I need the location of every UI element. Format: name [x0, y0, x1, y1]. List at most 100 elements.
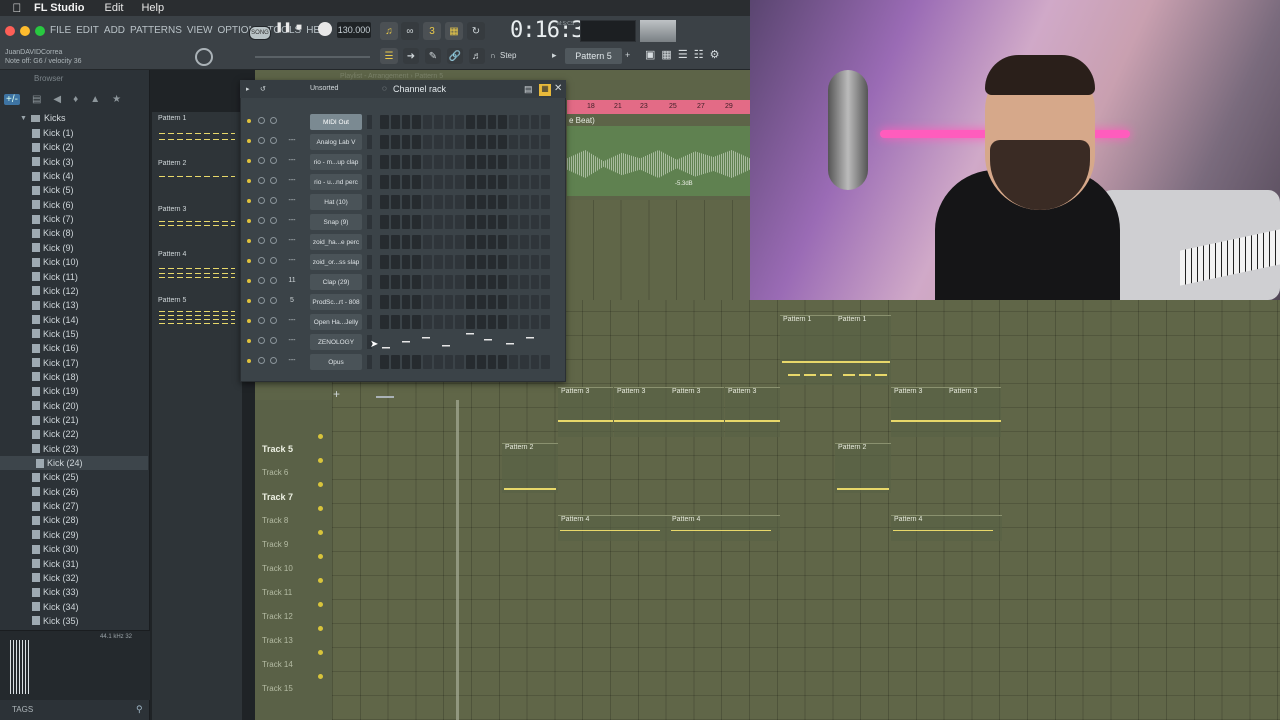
step-button[interactable]: [509, 355, 518, 369]
step-button[interactable]: [476, 175, 486, 189]
browser-file-item[interactable]: Kick (4): [32, 169, 74, 183]
step-button[interactable]: [455, 115, 464, 129]
browser-file-item[interactable]: Kick (17): [32, 356, 79, 370]
step-button[interactable]: [476, 215, 486, 229]
step-button[interactable]: [455, 295, 464, 309]
track-label[interactable]: Track 10: [262, 564, 293, 573]
channel-mixer-track[interactable]: 5: [285, 297, 299, 304]
step-button[interactable]: [412, 215, 421, 229]
step-button[interactable]: [412, 315, 421, 329]
step-button[interactable]: [433, 175, 443, 189]
step-button[interactable]: [476, 135, 486, 149]
step-button[interactable]: [455, 315, 464, 329]
browser-file-item[interactable]: Kick (2): [32, 140, 74, 154]
channel-pan-knob[interactable]: [270, 177, 277, 184]
step-button[interactable]: [541, 195, 550, 209]
step-button[interactable]: [390, 235, 400, 249]
step-button[interactable]: [380, 195, 389, 209]
step-button[interactable]: [423, 175, 432, 189]
step-button[interactable]: [444, 155, 454, 169]
step-button[interactable]: [498, 195, 507, 209]
graph-editor-icon[interactable]: ▤: [524, 84, 533, 95]
snap-selector[interactable]: Step: [500, 51, 516, 60]
browser-file-item[interactable]: Kick (31): [32, 557, 79, 571]
step-button[interactable]: [519, 235, 529, 249]
channel-volume-knob[interactable]: [258, 197, 265, 204]
channel-mixer-track[interactable]: ---: [285, 197, 299, 204]
piano-icon[interactable]: ♬: [469, 48, 485, 64]
step-button[interactable]: [541, 175, 550, 189]
channel-volume-knob[interactable]: [258, 357, 265, 364]
step-sequencer-icon[interactable]: ▦: [539, 84, 551, 96]
record-button[interactable]: [318, 22, 332, 36]
add-channel-button[interactable]: +: [333, 387, 340, 401]
step-button[interactable]: [380, 135, 389, 149]
browser-file-item[interactable]: Kick (28): [32, 513, 79, 527]
step-button[interactable]: [390, 315, 400, 329]
step-button[interactable]: [401, 135, 411, 149]
step-button[interactable]: [509, 135, 518, 149]
step-button[interactable]: [412, 295, 421, 309]
menu-add[interactable]: ADD: [104, 25, 125, 36]
channel-select-indicator[interactable]: [367, 315, 372, 329]
channel-pan-knob[interactable]: [270, 317, 277, 324]
step-button[interactable]: [519, 255, 529, 269]
step-button[interactable]: [433, 135, 443, 149]
browser-star-icon[interactable]: ★: [112, 94, 121, 105]
channel-name-button[interactable]: Opus: [310, 354, 362, 370]
channel-select-indicator[interactable]: [367, 255, 372, 269]
picker-pattern-label[interactable]: Pattern 5: [158, 297, 186, 304]
step-button[interactable]: [401, 235, 411, 249]
step-button[interactable]: [455, 175, 464, 189]
track-label[interactable]: Track 7: [262, 492, 293, 502]
step-button[interactable]: [380, 275, 389, 289]
browser-file-item[interactable]: Kick (13): [32, 298, 79, 312]
track-mute-led[interactable]: [318, 506, 323, 511]
browser-file-item[interactable]: Kick (8): [32, 226, 74, 240]
step-button[interactable]: [519, 215, 529, 229]
browser-file-item[interactable]: Kick (14): [32, 313, 79, 327]
browser-file-item[interactable]: Kick (6): [32, 198, 74, 212]
step-button[interactable]: [541, 115, 550, 129]
step-button[interactable]: [476, 315, 486, 329]
browser-file-item[interactable]: Kick (24): [36, 456, 83, 470]
step-button[interactable]: [466, 135, 475, 149]
channel-select-indicator[interactable]: [367, 135, 372, 149]
step-button[interactable]: [541, 215, 550, 229]
step-button[interactable]: [498, 135, 507, 149]
step-button[interactable]: [412, 195, 421, 209]
step-button[interactable]: [390, 355, 400, 369]
step-button[interactable]: [509, 315, 518, 329]
menubar-help[interactable]: Help: [141, 2, 164, 14]
browser-file-item[interactable]: Kick (29): [32, 528, 79, 542]
channel-volume-knob[interactable]: [258, 117, 265, 124]
song-mode-toggle[interactable]: SONG: [249, 26, 271, 40]
menu-file[interactable]: FILE: [50, 25, 71, 36]
step-button[interactable]: [444, 195, 454, 209]
step-button[interactable]: [455, 155, 464, 169]
step-button[interactable]: [476, 255, 486, 269]
step-button[interactable]: [401, 195, 411, 209]
channel-mute-led[interactable]: [247, 199, 251, 203]
step-button[interactable]: [455, 195, 464, 209]
step-button[interactable]: [498, 355, 507, 369]
step-button[interactable]: [509, 275, 518, 289]
channel-pan-knob[interactable]: [270, 117, 277, 124]
step-button[interactable]: [487, 295, 497, 309]
pattern-clip[interactable]: Pattern 1: [835, 315, 891, 385]
track-label[interactable]: Track 14: [262, 660, 293, 669]
step-button[interactable]: [433, 295, 443, 309]
step-button[interactable]: [412, 255, 421, 269]
tags-label[interactable]: TAGS: [12, 705, 33, 714]
step-button[interactable]: [541, 275, 550, 289]
browser-file-item[interactable]: Kick (34): [32, 600, 79, 614]
step-button[interactable]: [541, 295, 550, 309]
playhead[interactable]: [456, 400, 459, 720]
step-button[interactable]: [530, 235, 540, 249]
step-button[interactable]: [476, 295, 486, 309]
track-label[interactable]: Track 15: [262, 684, 293, 693]
step-button[interactable]: [530, 355, 540, 369]
channel-select-indicator[interactable]: [367, 275, 372, 289]
channel-name-button[interactable]: Clap (29): [310, 274, 362, 290]
step-button[interactable]: [487, 355, 497, 369]
